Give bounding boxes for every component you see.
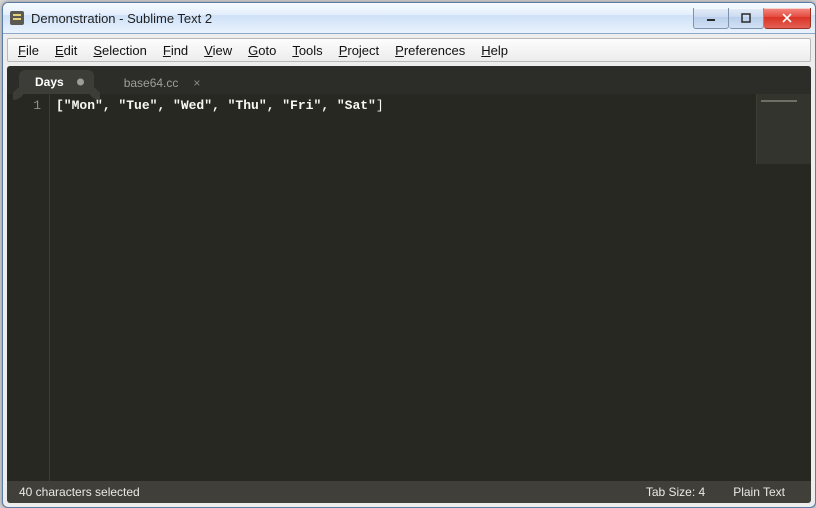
menu-file[interactable]: File bbox=[10, 41, 47, 60]
dirty-indicator-icon bbox=[77, 79, 84, 86]
menu-selection[interactable]: Selection bbox=[85, 41, 154, 60]
app-icon bbox=[9, 10, 25, 26]
menubar: File Edit Selection Find View Goto Tools… bbox=[7, 38, 811, 62]
menu-help[interactable]: Help bbox=[473, 41, 516, 60]
status-syntax[interactable]: Plain Text bbox=[719, 485, 799, 499]
menu-preferences[interactable]: Preferences bbox=[387, 41, 473, 60]
window-title: Demonstration - Sublime Text 2 bbox=[31, 11, 693, 26]
tab-base64[interactable]: base64.cc × bbox=[108, 72, 209, 94]
menu-goto[interactable]: Goto bbox=[240, 41, 284, 60]
close-button[interactable] bbox=[764, 8, 811, 29]
minimap[interactable] bbox=[756, 94, 811, 164]
maximize-button[interactable] bbox=[729, 8, 764, 29]
line-number: 1 bbox=[7, 98, 41, 113]
line-gutter: 1 bbox=[7, 94, 50, 481]
titlebar[interactable]: Demonstration - Sublime Text 2 bbox=[3, 3, 815, 34]
code-text: ] bbox=[376, 98, 384, 113]
menu-find[interactable]: Find bbox=[155, 41, 196, 60]
selected-text: ["Mon", "Tue", "Wed", "Thu", "Fri", "Sat… bbox=[56, 98, 376, 113]
code-area[interactable]: ["Mon", "Tue", "Wed", "Thu", "Fri", "Sat… bbox=[50, 94, 811, 481]
minimap-line bbox=[761, 100, 797, 102]
window-controls bbox=[693, 8, 811, 28]
maximize-icon bbox=[741, 13, 751, 23]
tab-row: Days base64.cc × bbox=[7, 66, 811, 94]
tab-label: Days bbox=[35, 75, 64, 89]
menu-edit[interactable]: Edit bbox=[47, 41, 85, 60]
tab-label: base64.cc bbox=[124, 76, 179, 90]
close-icon bbox=[781, 13, 793, 23]
menu-project[interactable]: Project bbox=[331, 41, 387, 60]
status-selection: 40 characters selected bbox=[19, 485, 140, 499]
app-window: Demonstration - Sublime Text 2 File Edit… bbox=[2, 2, 816, 508]
tab-days[interactable]: Days bbox=[19, 70, 94, 94]
statusbar: 40 characters selected Tab Size: 4 Plain… bbox=[7, 481, 811, 503]
minimize-button[interactable] bbox=[693, 8, 729, 29]
status-tab-size[interactable]: Tab Size: 4 bbox=[632, 485, 719, 499]
editor-area: 1 ["Mon", "Tue", "Wed", "Thu", "Fri", "S… bbox=[7, 94, 811, 481]
close-icon[interactable]: × bbox=[193, 77, 200, 89]
menu-view[interactable]: View bbox=[196, 41, 240, 60]
menu-tools[interactable]: Tools bbox=[284, 41, 330, 60]
minimize-icon bbox=[706, 13, 716, 23]
